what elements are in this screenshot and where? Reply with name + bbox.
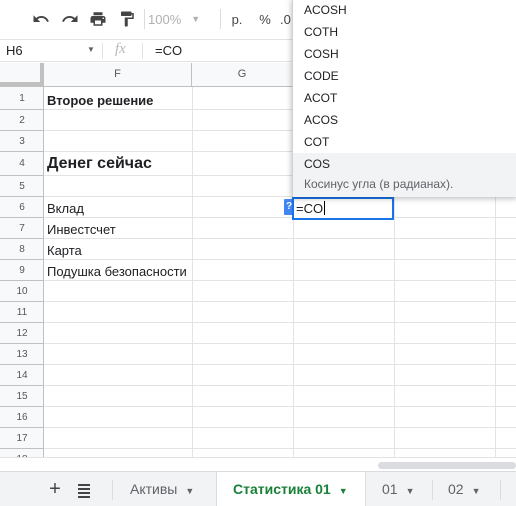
chevron-down-icon: ▼ — [405, 486, 415, 496]
formula-bar-divider — [142, 43, 143, 59]
add-sheet-button[interactable]: + — [46, 472, 64, 506]
row-header-8[interactable]: 8 — [0, 239, 43, 260]
row-header-18[interactable]: 18 — [0, 449, 43, 457]
select-all-corner[interactable] — [0, 63, 44, 86]
formula-bar-divider — [102, 43, 103, 59]
row-header-11[interactable]: 11 — [0, 302, 43, 323]
row-header-16[interactable]: 16 — [0, 407, 43, 428]
row-header-3[interactable]: 3 — [0, 131, 43, 152]
chevron-down-icon: ▼ — [191, 14, 201, 24]
row-header-7[interactable]: 7 — [0, 218, 43, 239]
autocomplete-option[interactable]: COTH — [293, 21, 516, 43]
toolbar-divider — [220, 9, 221, 29]
row-header-9[interactable]: 9 — [0, 260, 43, 281]
column-header-f[interactable]: F — [44, 63, 192, 86]
cell-f7[interactable]: Инвестсчет — [47, 222, 116, 237]
scrollbar-thumb[interactable] — [378, 462, 516, 469]
function-icon: fx — [115, 41, 126, 57]
tab-label: Статистика 01 — [233, 481, 331, 497]
row-divider — [44, 238, 516, 239]
cell-f4[interactable]: Денег сейчас — [47, 155, 152, 173]
cell-f8[interactable]: Карта — [47, 243, 82, 258]
autocomplete-option[interactable]: ACOSH — [293, 0, 516, 21]
zoom-select[interactable]: 100% ▼ — [148, 6, 214, 32]
row-header-10[interactable]: 10 — [0, 281, 43, 302]
cell-f1[interactable]: Второе решение — [47, 93, 153, 108]
tab-divider — [500, 480, 501, 500]
cell-f9[interactable]: Подушка безопасности — [47, 264, 187, 279]
horizontal-scrollbar[interactable] — [0, 457, 516, 471]
tab-statistika-01[interactable]: Статистика 01 ▼ — [216, 472, 366, 506]
row-divider — [44, 301, 516, 302]
chevron-down-icon: ▼ — [471, 486, 481, 496]
active-cell-editor[interactable]: =CO — [292, 197, 394, 220]
row-divider — [44, 364, 516, 365]
tab-aktivy[interactable]: Активы ▼ — [130, 472, 216, 506]
print-icon[interactable] — [87, 6, 109, 32]
sheet-tabs-bar: + Активы ▼ Статистика 01 ▼ 01 ▼ 02 ▼ — [0, 471, 516, 506]
row-divider — [44, 427, 516, 428]
chevron-down-icon: ▼ — [185, 486, 195, 496]
function-autocomplete: COS COT ACOS ACOT CODE COSH COTH ACOSH Косинус … — [292, 0, 516, 197]
currency-format-button[interactable]: р. — [226, 6, 248, 32]
row-divider — [44, 280, 516, 281]
autocomplete-option[interactable]: ACOT — [293, 87, 516, 109]
name-box[interactable]: H6 — [6, 43, 23, 58]
chevron-down-icon: ▼ — [338, 486, 348, 496]
chevron-down-icon[interactable]: ▼ — [87, 45, 95, 54]
undo-icon[interactable] — [30, 6, 52, 32]
row-divider — [44, 385, 516, 386]
formula-input[interactable]: =CO — [155, 43, 182, 58]
row-divider — [44, 217, 516, 218]
row-header-12[interactable]: 12 — [0, 323, 43, 344]
autocomplete-option[interactable]: ACOS — [293, 109, 516, 131]
row-header-6[interactable]: 6 — [0, 197, 43, 218]
cell-editor-text: =CO — [296, 201, 324, 216]
row-header-5[interactable]: 5 — [0, 176, 43, 197]
row-divider — [44, 322, 516, 323]
function-description: Косинус угла (в радианах). — [304, 177, 454, 191]
row-header-bar: 123456789101112131415161718 — [0, 87, 44, 457]
tab-02[interactable]: 02 ▼ — [448, 472, 492, 506]
tab-01[interactable]: 01 ▼ — [382, 472, 426, 506]
zoom-value: 100% — [148, 11, 182, 27]
redo-icon[interactable] — [59, 6, 81, 32]
row-header-15[interactable]: 15 — [0, 386, 43, 407]
column-header-g[interactable]: G — [192, 63, 293, 86]
tab-divider — [432, 480, 433, 500]
cell-f6[interactable]: Вклад — [47, 201, 84, 216]
row-divider — [44, 343, 516, 344]
percent-format-button[interactable]: % — [254, 6, 276, 32]
row-header-4[interactable]: 4 — [0, 152, 43, 176]
tab-label: 01 — [382, 481, 398, 497]
row-divider — [44, 259, 516, 260]
row-header-14[interactable]: 14 — [0, 365, 43, 386]
text-cursor — [324, 201, 326, 215]
autocomplete-option[interactable]: COSH — [293, 43, 516, 65]
column-divider — [192, 87, 193, 457]
row-header-13[interactable]: 13 — [0, 344, 43, 365]
autocomplete-option[interactable]: CODE — [293, 65, 516, 87]
row-header-2[interactable]: 2 — [0, 110, 43, 131]
tab-label: 02 — [448, 481, 464, 497]
row-divider — [44, 448, 516, 449]
all-sheets-button[interactable] — [76, 472, 94, 506]
tab-label: Активы — [130, 481, 178, 497]
freeze-row-handle[interactable] — [0, 82, 44, 86]
paint-format-icon[interactable] — [116, 6, 138, 32]
row-header-1[interactable]: 1 — [0, 87, 43, 110]
list-icon — [78, 484, 90, 498]
tab-divider — [112, 480, 113, 500]
row-header-17[interactable]: 17 — [0, 428, 43, 449]
toolbar-divider — [144, 9, 145, 29]
row-divider — [44, 406, 516, 407]
autocomplete-option[interactable]: COT — [293, 131, 516, 153]
